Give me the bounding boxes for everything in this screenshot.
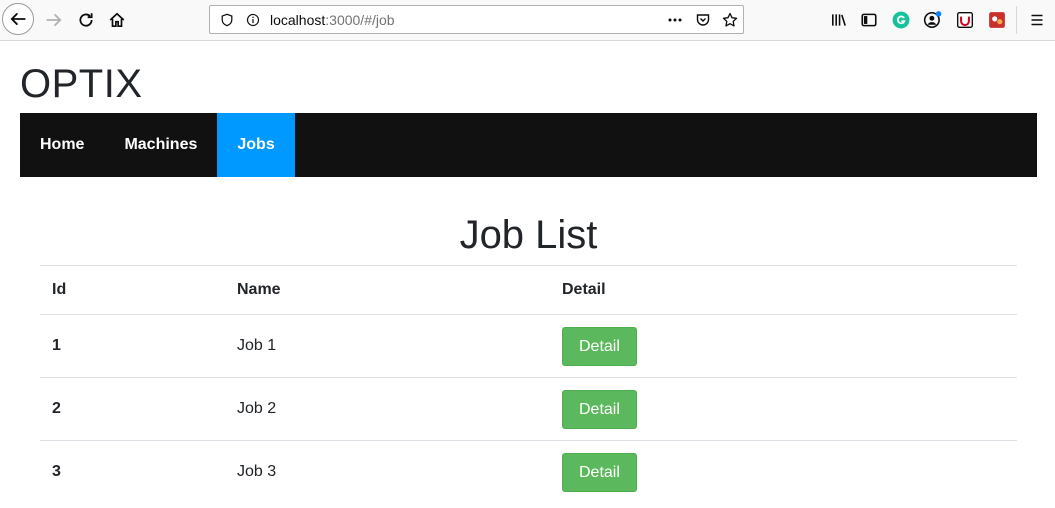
table-header-row: Id Name Detail — [40, 265, 1017, 315]
extension2-icon — [989, 12, 1005, 28]
reload-button[interactable] — [70, 4, 102, 36]
menu-button[interactable] — [1021, 4, 1053, 36]
menu-icon — [1031, 14, 1043, 26]
nav-jobs[interactable]: Jobs — [217, 113, 295, 177]
job-table: Id Name Detail 1 Job 1 Detail 2 Job 2 De… — [40, 265, 1017, 503]
header-id: Id — [40, 265, 225, 315]
job-name: Job 1 — [225, 314, 550, 378]
info-icon[interactable] — [244, 11, 262, 29]
url-bar[interactable]: localhost:3000/#/job — [209, 5, 744, 34]
table-row: 1 Job 1 Detail — [40, 314, 1017, 378]
table-row: 2 Job 2 Detail — [40, 377, 1017, 441]
toolbar-separator — [1016, 6, 1017, 34]
detail-button[interactable]: Detail — [562, 326, 637, 366]
extension-button[interactable] — [949, 4, 981, 36]
grammarly-button[interactable] — [885, 4, 917, 36]
header-detail: Detail — [550, 265, 1017, 315]
job-id: 3 — [40, 440, 225, 503]
back-icon — [10, 13, 26, 25]
url-rest: :3000/#/job — [325, 12, 395, 28]
detail-button[interactable]: Detail — [562, 452, 637, 492]
home-icon — [109, 12, 125, 28]
home-button[interactable] — [101, 4, 133, 36]
table-row: 3 Job 3 Detail — [40, 440, 1017, 503]
page-title: Job List — [459, 213, 598, 257]
account-icon — [923, 11, 942, 28]
nav-machines[interactable]: Machines — [104, 113, 217, 177]
shield-icon[interactable] — [218, 11, 236, 29]
job-detail-cell: Detail — [550, 314, 1017, 378]
brand-title: OPTIX — [20, 62, 143, 106]
account-button[interactable] — [917, 4, 949, 36]
extension2-button[interactable] — [981, 4, 1013, 36]
job-id: 2 — [40, 377, 225, 441]
job-id: 1 — [40, 314, 225, 378]
url-text: localhost:3000/#/job — [270, 12, 395, 28]
library-button[interactable] — [823, 4, 855, 36]
star-icon[interactable] — [721, 11, 739, 29]
browser-toolbar: localhost:3000/#/job — [0, 0, 1055, 41]
job-detail-cell: Detail — [550, 440, 1017, 503]
extension-icon — [957, 12, 973, 28]
main-navbar: Home Machines Jobs — [20, 113, 1037, 177]
detail-button[interactable]: Detail — [562, 389, 637, 429]
job-name: Job 2 — [225, 377, 550, 441]
library-icon — [832, 14, 846, 26]
back-button[interactable] — [2, 3, 34, 35]
pocket-icon[interactable] — [694, 11, 712, 29]
forward-icon — [46, 14, 62, 26]
grammarly-icon — [892, 11, 910, 29]
sidebar-icon — [861, 13, 877, 27]
nav-home[interactable]: Home — [20, 113, 104, 177]
job-detail-cell: Detail — [550, 377, 1017, 441]
reload-icon — [79, 13, 93, 27]
job-name: Job 3 — [225, 440, 550, 503]
url-host: localhost — [270, 12, 326, 28]
sidebar-button[interactable] — [853, 4, 885, 36]
more-icon[interactable] — [666, 11, 684, 29]
header-name: Name — [225, 265, 550, 315]
forward-button[interactable] — [38, 4, 70, 36]
